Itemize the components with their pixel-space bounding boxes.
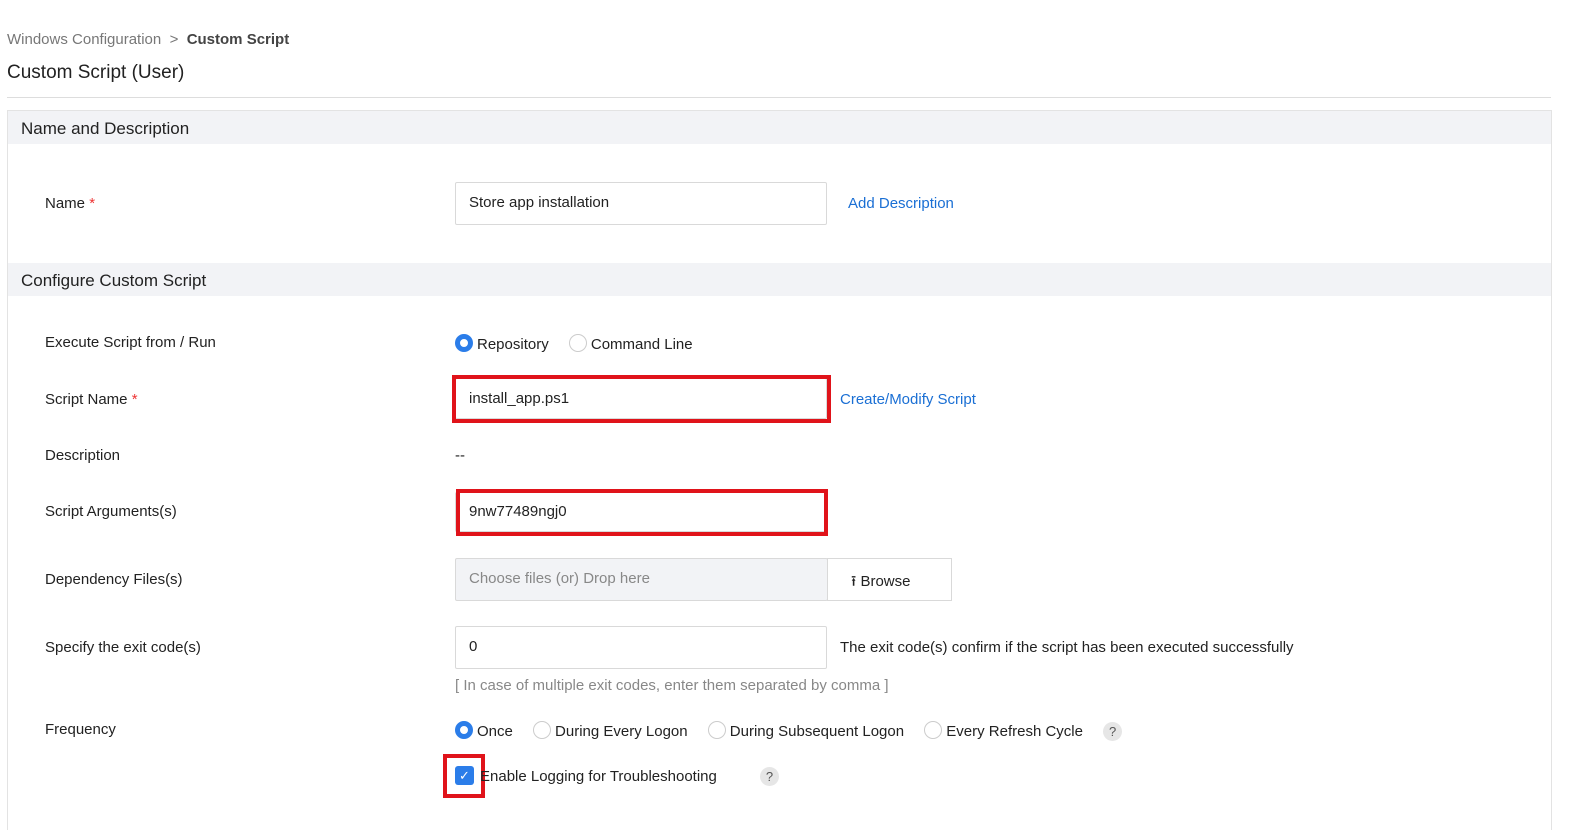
radio-every-logon[interactable]: During Every Logon — [533, 721, 688, 740]
radio-icon — [568, 334, 587, 352]
frequency-label: Frequency — [45, 721, 116, 738]
radio-icon — [707, 721, 726, 739]
exit-code-label: Specify the exit code(s) — [45, 639, 201, 656]
exit-code-input[interactable]: 0 — [455, 626, 827, 669]
divider — [7, 97, 1551, 98]
radio-command-line[interactable]: Command Line — [568, 334, 693, 353]
help-icon[interactable]: ? — [760, 767, 779, 786]
radio-subsequent-logon[interactable]: During Subsequent Logon — [707, 721, 904, 740]
description-value: -- — [455, 447, 465, 464]
frequency-radio-group: Once During Every Logon During Subsequen… — [455, 721, 1123, 741]
exit-code-info: The exit code(s) confirm if the script h… — [840, 639, 1294, 656]
arguments-label: Script Arguments(s) — [45, 503, 177, 520]
execute-radio-group: Repository Command Line — [455, 334, 709, 353]
exit-code-hint: [ In case of multiple exit codes, enter … — [455, 677, 889, 694]
highlight-box — [443, 754, 485, 798]
description-label: Description — [45, 447, 121, 464]
radio-repository[interactable]: Repository — [455, 334, 549, 353]
radio-icon — [455, 334, 473, 352]
logging-label: Enable Logging for Troubleshooting — [480, 768, 717, 785]
section-header-name: Name and Description — [8, 111, 1551, 144]
radio-icon — [924, 721, 943, 739]
help-icon[interactable]: ? — [1103, 722, 1123, 741]
breadcrumb-parent[interactable]: Windows Configuration — [7, 31, 161, 48]
execute-label: Execute Script from / Run — [45, 334, 216, 351]
highlight-box — [452, 375, 831, 423]
radio-icon — [455, 721, 473, 739]
breadcrumb: Windows Configuration > Custom Script — [7, 31, 290, 48]
name-label: Name * — [45, 195, 96, 212]
breadcrumb-current: Custom Script — [186, 31, 290, 48]
radio-refresh-cycle[interactable]: Every Refresh Cycle — [924, 721, 1083, 740]
name-input[interactable]: Store app installation — [455, 182, 827, 225]
highlight-box — [456, 489, 828, 536]
browse-button[interactable]: ⭱ Browse — [827, 558, 952, 601]
add-description-link[interactable]: Add Description — [848, 195, 954, 212]
page-title: Custom Script (User) — [7, 62, 185, 83]
script-name-label: Script Name * — [45, 391, 138, 408]
upload-icon: ⭱ — [851, 573, 857, 590]
dependency-label: Dependency Files(s) — [45, 571, 183, 588]
radio-icon — [533, 721, 552, 739]
dependency-drop-zone[interactable]: Choose files (or) Drop here — [455, 558, 828, 601]
create-modify-script-link[interactable]: Create/Modify Script — [840, 391, 976, 408]
section-header-configure: Configure Custom Script — [8, 263, 1551, 296]
radio-once[interactable]: Once — [455, 721, 513, 740]
